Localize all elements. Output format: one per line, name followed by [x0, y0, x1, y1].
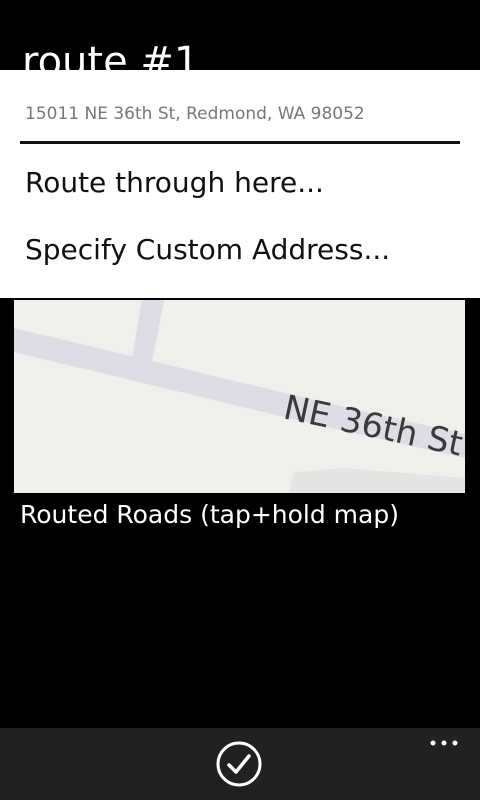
specify-custom-address-item[interactable]: Specify Custom Address... — [25, 233, 390, 266]
ellipsis-icon — [430, 740, 458, 746]
context-menu-address: 15011 NE 36th St, Redmond, WA 98052 — [25, 104, 365, 124]
app-bar — [0, 728, 480, 800]
route-through-here-item[interactable]: Route through here... — [25, 166, 324, 199]
map-graphic: NE 36th St — [14, 300, 465, 493]
map-view[interactable]: NE 36th St — [14, 300, 465, 493]
context-menu: 15011 NE 36th St, Redmond, WA 98052 Rout… — [0, 70, 480, 298]
check-icon — [216, 741, 262, 787]
check-button[interactable] — [216, 741, 262, 787]
more-button[interactable] — [424, 732, 464, 754]
map-caption: Routed Roads (tap+hold map) — [20, 500, 399, 529]
context-menu-divider — [20, 141, 460, 144]
app-page: route #1 NE 36th St Routed Roads (tap+ho… — [0, 0, 480, 800]
